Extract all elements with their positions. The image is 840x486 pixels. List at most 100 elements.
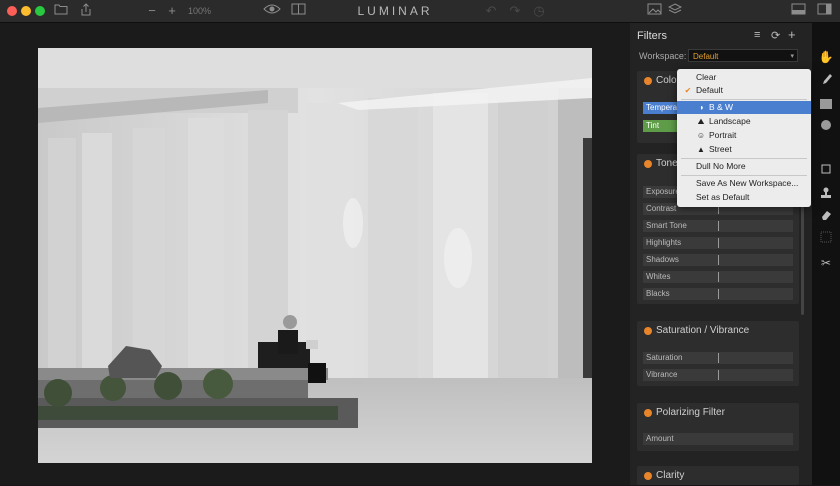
slider-label: Contrast <box>646 204 677 213</box>
toggle-dot-icon[interactable] <box>644 77 652 85</box>
slider-handle[interactable] <box>718 221 719 231</box>
slider-label: Saturation <box>646 353 683 362</box>
highlights-slider[interactable]: Highlights <box>643 237 793 249</box>
brush-icon[interactable] <box>818 73 834 89</box>
slider-handle[interactable] <box>718 238 719 248</box>
menu-item-label: Save As New Workspace... <box>696 178 799 188</box>
menu-item-label: Street <box>709 144 732 154</box>
smart-tone-slider[interactable]: Smart Tone <box>643 220 793 232</box>
polarizing-section: Polarizing Filter Amount <box>637 403 799 451</box>
app-title: LUMINAR <box>357 4 433 18</box>
clarity-section: Clarity <box>637 466 799 485</box>
menu-item-set-default[interactable]: Set as Default <box>677 191 811 204</box>
chevron-down-icon: ▾ <box>790 53 794 60</box>
zoom-level: 100% <box>188 6 212 16</box>
polarizing-section-header[interactable]: Polarizing Filter <box>637 403 799 423</box>
face-icon: ☺ <box>696 131 706 140</box>
brush-hand-icon[interactable]: ✋ <box>818 49 834 65</box>
saturation-section-header[interactable]: Saturation / Vibrance <box>637 321 799 341</box>
slider-label: Amount <box>646 434 674 443</box>
slider-label: Smart Tone <box>646 221 687 230</box>
gradient-icon[interactable] <box>818 97 834 113</box>
toggle-dot-icon[interactable] <box>644 472 652 480</box>
add-filter-icon[interactable]: + <box>788 27 796 42</box>
slider-label: Vibrance <box>646 370 678 379</box>
workspace-value: Default <box>693 52 719 61</box>
folder-icon[interactable] <box>53 3 69 19</box>
slider-handle[interactable] <box>718 353 719 363</box>
slider-handle[interactable] <box>718 272 719 282</box>
slider-label: Blacks <box>646 289 670 298</box>
tone-section-title: Tone <box>656 158 678 169</box>
menu-separator <box>681 158 807 159</box>
menu-item-default[interactable]: ✔ Default <box>677 84 811 97</box>
sort-icon[interactable]: ≡ <box>754 29 760 41</box>
layers-icon[interactable] <box>667 3 683 19</box>
menu-item-street[interactable]: ▲ Street <box>677 143 811 156</box>
radial-icon[interactable] <box>818 119 834 135</box>
contrast-icon: ◑ <box>698 103 704 112</box>
stamp-icon[interactable] <box>818 187 834 203</box>
polarizing-section-title: Polarizing Filter <box>656 407 725 418</box>
slider-label: Tint <box>646 121 660 130</box>
menu-item-clear[interactable]: Clear <box>677 71 811 84</box>
workspace-select[interactable]: Default ▾ <box>688 49 798 62</box>
eraser-icon[interactable] <box>818 209 834 225</box>
refresh-icon[interactable]: ⟳ <box>771 29 780 42</box>
slider-label: Whites <box>646 272 671 281</box>
maximize-window-button[interactable] <box>35 6 45 16</box>
menu-item-label: Dull No More <box>696 161 746 171</box>
menu-item-save-workspace[interactable]: Save As New Workspace... <box>677 177 811 190</box>
saturation-section: Saturation / Vibrance Saturation Vibranc… <box>637 321 799 386</box>
toggle-dot-icon[interactable] <box>644 409 652 417</box>
menu-item-portrait[interactable]: ☺ Portrait <box>677 129 811 142</box>
undo-icon[interactable]: ↶ <box>484 3 498 19</box>
toggle-dot-icon[interactable] <box>644 327 652 335</box>
zoom-in-icon[interactable]: + <box>166 3 178 19</box>
menu-item-label: Landscape <box>709 116 751 126</box>
workspace-dropdown-menu: Clear ✔ Default ◑ B & W ⛰ Landscape ☺ Portra… <box>677 69 811 207</box>
shadows-slider[interactable]: Shadows <box>643 254 793 266</box>
title-bar: − + 100% LUMINAR ↶ ↷ ◷ <box>0 0 840 23</box>
scissors-icon[interactable]: ✂ <box>818 255 834 271</box>
zoom-out-icon[interactable]: − <box>146 3 158 19</box>
texture-icon[interactable] <box>818 231 834 247</box>
slider-handle[interactable] <box>718 289 719 299</box>
slider-handle[interactable] <box>718 370 719 380</box>
saturation-slider[interactable]: Saturation <box>643 352 793 364</box>
slider-label: Temperat <box>646 103 680 112</box>
menu-separator <box>681 99 807 100</box>
slider-label: Shadows <box>646 255 679 264</box>
minimize-window-button[interactable] <box>21 6 31 16</box>
saturation-section-title: Saturation / Vibrance <box>656 325 750 336</box>
menu-item-label: Clear <box>696 72 717 82</box>
menu-item-dull-no-more[interactable]: Dull No More <box>677 160 811 173</box>
close-window-button[interactable] <box>7 6 17 16</box>
slider-handle[interactable] <box>718 255 719 265</box>
menu-item-bw[interactable]: ◑ B & W <box>677 101 811 114</box>
menu-item-label: B & W <box>709 102 734 112</box>
filters-title: Filters <box>637 30 667 42</box>
slider-label: Exposure <box>646 187 680 196</box>
sidebar-icon[interactable] <box>816 3 832 19</box>
menu-separator <box>681 175 807 176</box>
image-canvas[interactable] <box>0 23 630 485</box>
vibrance-slider[interactable]: Vibrance <box>643 369 793 381</box>
amount-slider[interactable]: Amount <box>643 433 793 445</box>
clarity-section-header[interactable]: Clarity <box>637 466 799 486</box>
toggle-dot-icon[interactable] <box>644 160 652 168</box>
image-icon[interactable] <box>646 3 662 19</box>
crop-icon[interactable] <box>818 163 834 179</box>
slider-label: Highlights <box>646 238 682 247</box>
history-icon[interactable]: ◷ <box>532 3 546 19</box>
blacks-slider[interactable]: Blacks <box>643 288 793 300</box>
eye-icon[interactable] <box>262 3 282 19</box>
share-icon[interactable] <box>79 3 93 19</box>
menu-item-label: Portrait <box>709 130 737 140</box>
menu-item-landscape[interactable]: ⛰ Landscape <box>677 115 811 128</box>
panel-icon[interactable] <box>790 3 806 19</box>
redo-icon[interactable]: ↷ <box>508 3 522 19</box>
compare-icon[interactable] <box>290 3 306 19</box>
whites-slider[interactable]: Whites <box>643 271 793 283</box>
edited-photo[interactable] <box>38 48 592 463</box>
